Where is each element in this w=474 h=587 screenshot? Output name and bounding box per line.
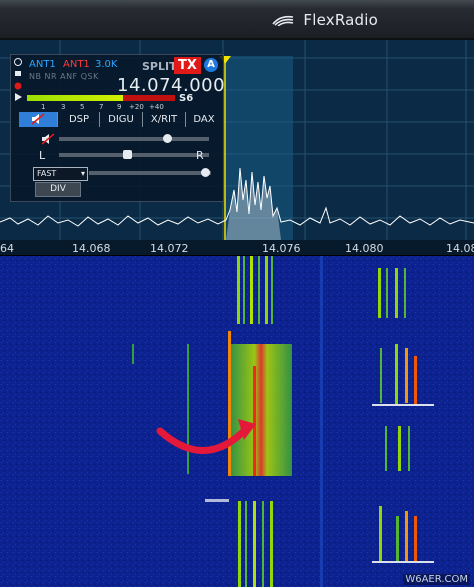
audio-gain-slider[interactable] [59, 137, 209, 141]
frequency-display[interactable]: 14.074.000 [117, 75, 225, 96]
window-top-strip [0, 0, 474, 8]
freq-tick-label: 64 [0, 242, 14, 255]
speaker-mute-icon [31, 113, 45, 125]
tx-button[interactable]: TX [174, 57, 201, 74]
slice-letter-badge[interactable]: A [204, 58, 218, 72]
tab-digu[interactable]: DIGU [100, 112, 143, 127]
meter-scale-label: 3 [61, 103, 66, 111]
slice-tabs: DSP DIGU X/RIT DAX [19, 112, 223, 127]
meter-scale-label: 9 [117, 103, 122, 111]
s-meter-over-range [123, 95, 175, 101]
filter-width[interactable]: 3.0K [95, 59, 117, 70]
speaker-mute-icon [41, 133, 55, 145]
agc-threshold-knob[interactable] [200, 168, 210, 177]
record-icon [14, 82, 22, 90]
chevron-down-icon: ▾ [80, 169, 85, 178]
slice-flag-panel: ANT1 ANT1 3.0K NB NR ANF QSK SPLIT TX A … [10, 54, 225, 202]
meter-scale-label: 7 [99, 103, 104, 111]
pan-knob[interactable] [122, 150, 132, 159]
flexradio-logo-icon [272, 15, 294, 26]
agc-threshold-slider[interactable] [89, 171, 211, 175]
lock-icon [15, 71, 21, 76]
s-meter-reading: S6 [179, 93, 194, 104]
split-button[interactable]: SPLIT [142, 60, 177, 73]
tx-antenna-select[interactable]: ANT1 [63, 59, 90, 70]
watermark: W6AER.COM [403, 574, 470, 585]
s-meter-fill [27, 95, 130, 101]
play-icon [15, 93, 22, 101]
pan-right-label: R [196, 149, 204, 162]
agc-mode-select[interactable]: FAST ▾ [33, 167, 88, 181]
agc-mode-value: FAST [37, 169, 57, 178]
freq-tick-label: 14.068 [72, 242, 111, 255]
pan-left-label: L [39, 149, 46, 162]
app-brand: FlexRadio [303, 11, 378, 29]
noise-flags[interactable]: NB NR ANF QSK [29, 72, 99, 81]
tab-dsp[interactable]: DSP [59, 112, 100, 127]
meter-scale-label: 5 [80, 103, 85, 111]
title-bar: FlexRadio [0, 0, 474, 40]
meter-scale-label: +40 [149, 103, 164, 111]
freq-tick-label: 14.08 [446, 242, 474, 255]
close-icon [14, 58, 22, 66]
waterfall-graph [0, 256, 474, 587]
audio-gain-knob[interactable] [163, 134, 172, 143]
waterfall-display[interactable]: W6AER.COM [0, 256, 474, 587]
meter-scale-label: +20 [129, 103, 144, 111]
freq-tick-label: 14.072 [150, 242, 189, 255]
slice-icons [14, 58, 22, 101]
tab-dax[interactable]: DAX [186, 112, 222, 127]
freq-tick-label: 14.080 [345, 242, 384, 255]
rx-antenna-select[interactable]: ANT1 [29, 59, 56, 70]
div-button[interactable]: DIV [35, 182, 81, 197]
tab-audio[interactable] [19, 112, 58, 127]
pan-slider[interactable] [59, 153, 209, 157]
freq-tick-label: 14.076 [262, 242, 301, 255]
meter-scale-label: 1 [41, 103, 46, 111]
tab-xrit[interactable]: X/RIT [143, 112, 186, 127]
